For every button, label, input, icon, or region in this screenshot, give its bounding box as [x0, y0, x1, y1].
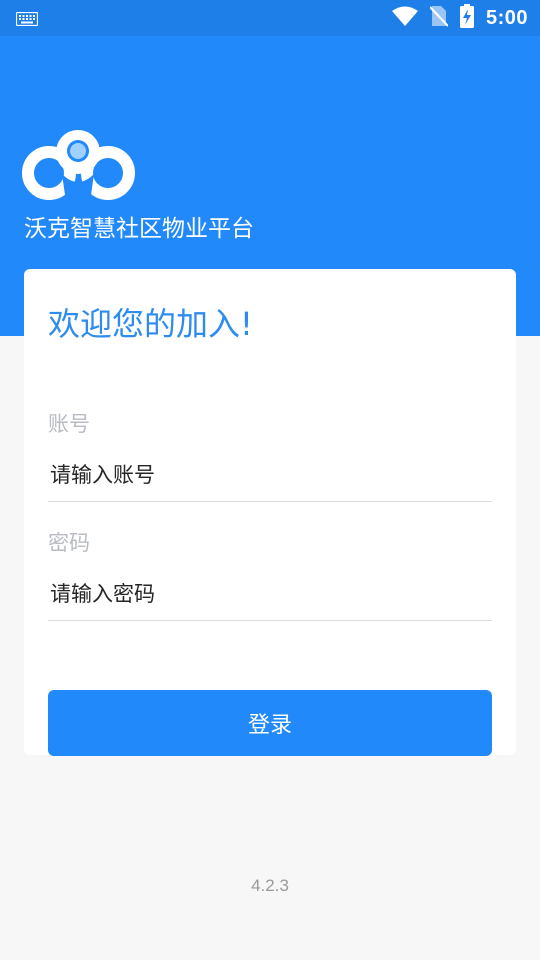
app-name: 沃克智慧社区物业平台	[24, 216, 254, 242]
password-input[interactable]	[48, 571, 492, 621]
password-label: 密码	[48, 531, 90, 555]
login-card: 欢迎您的加入! 账号 密码 登录	[24, 269, 516, 756]
version-label: 4.2.3	[251, 876, 289, 895]
welcome-heading: 欢迎您的加入!	[48, 305, 253, 343]
wifi-icon	[391, 6, 418, 30]
status-bar: 5:00	[0, 0, 540, 36]
account-input[interactable]	[48, 452, 492, 502]
status-icons: 5:00	[391, 4, 528, 32]
cloud-logo-icon	[22, 126, 138, 202]
battery-charging-icon	[459, 4, 474, 32]
no-sim-icon	[429, 5, 449, 31]
login-button[interactable]: 登录	[48, 690, 492, 756]
account-label: 账号	[48, 412, 90, 436]
login-screen: 5:00 沃克智慧社区物业平台 欢迎您的加入! 账号 密码 登录 4.2.3	[0, 0, 540, 960]
keyboard-icon	[15, 11, 39, 30]
clock: 5:00	[485, 6, 528, 29]
